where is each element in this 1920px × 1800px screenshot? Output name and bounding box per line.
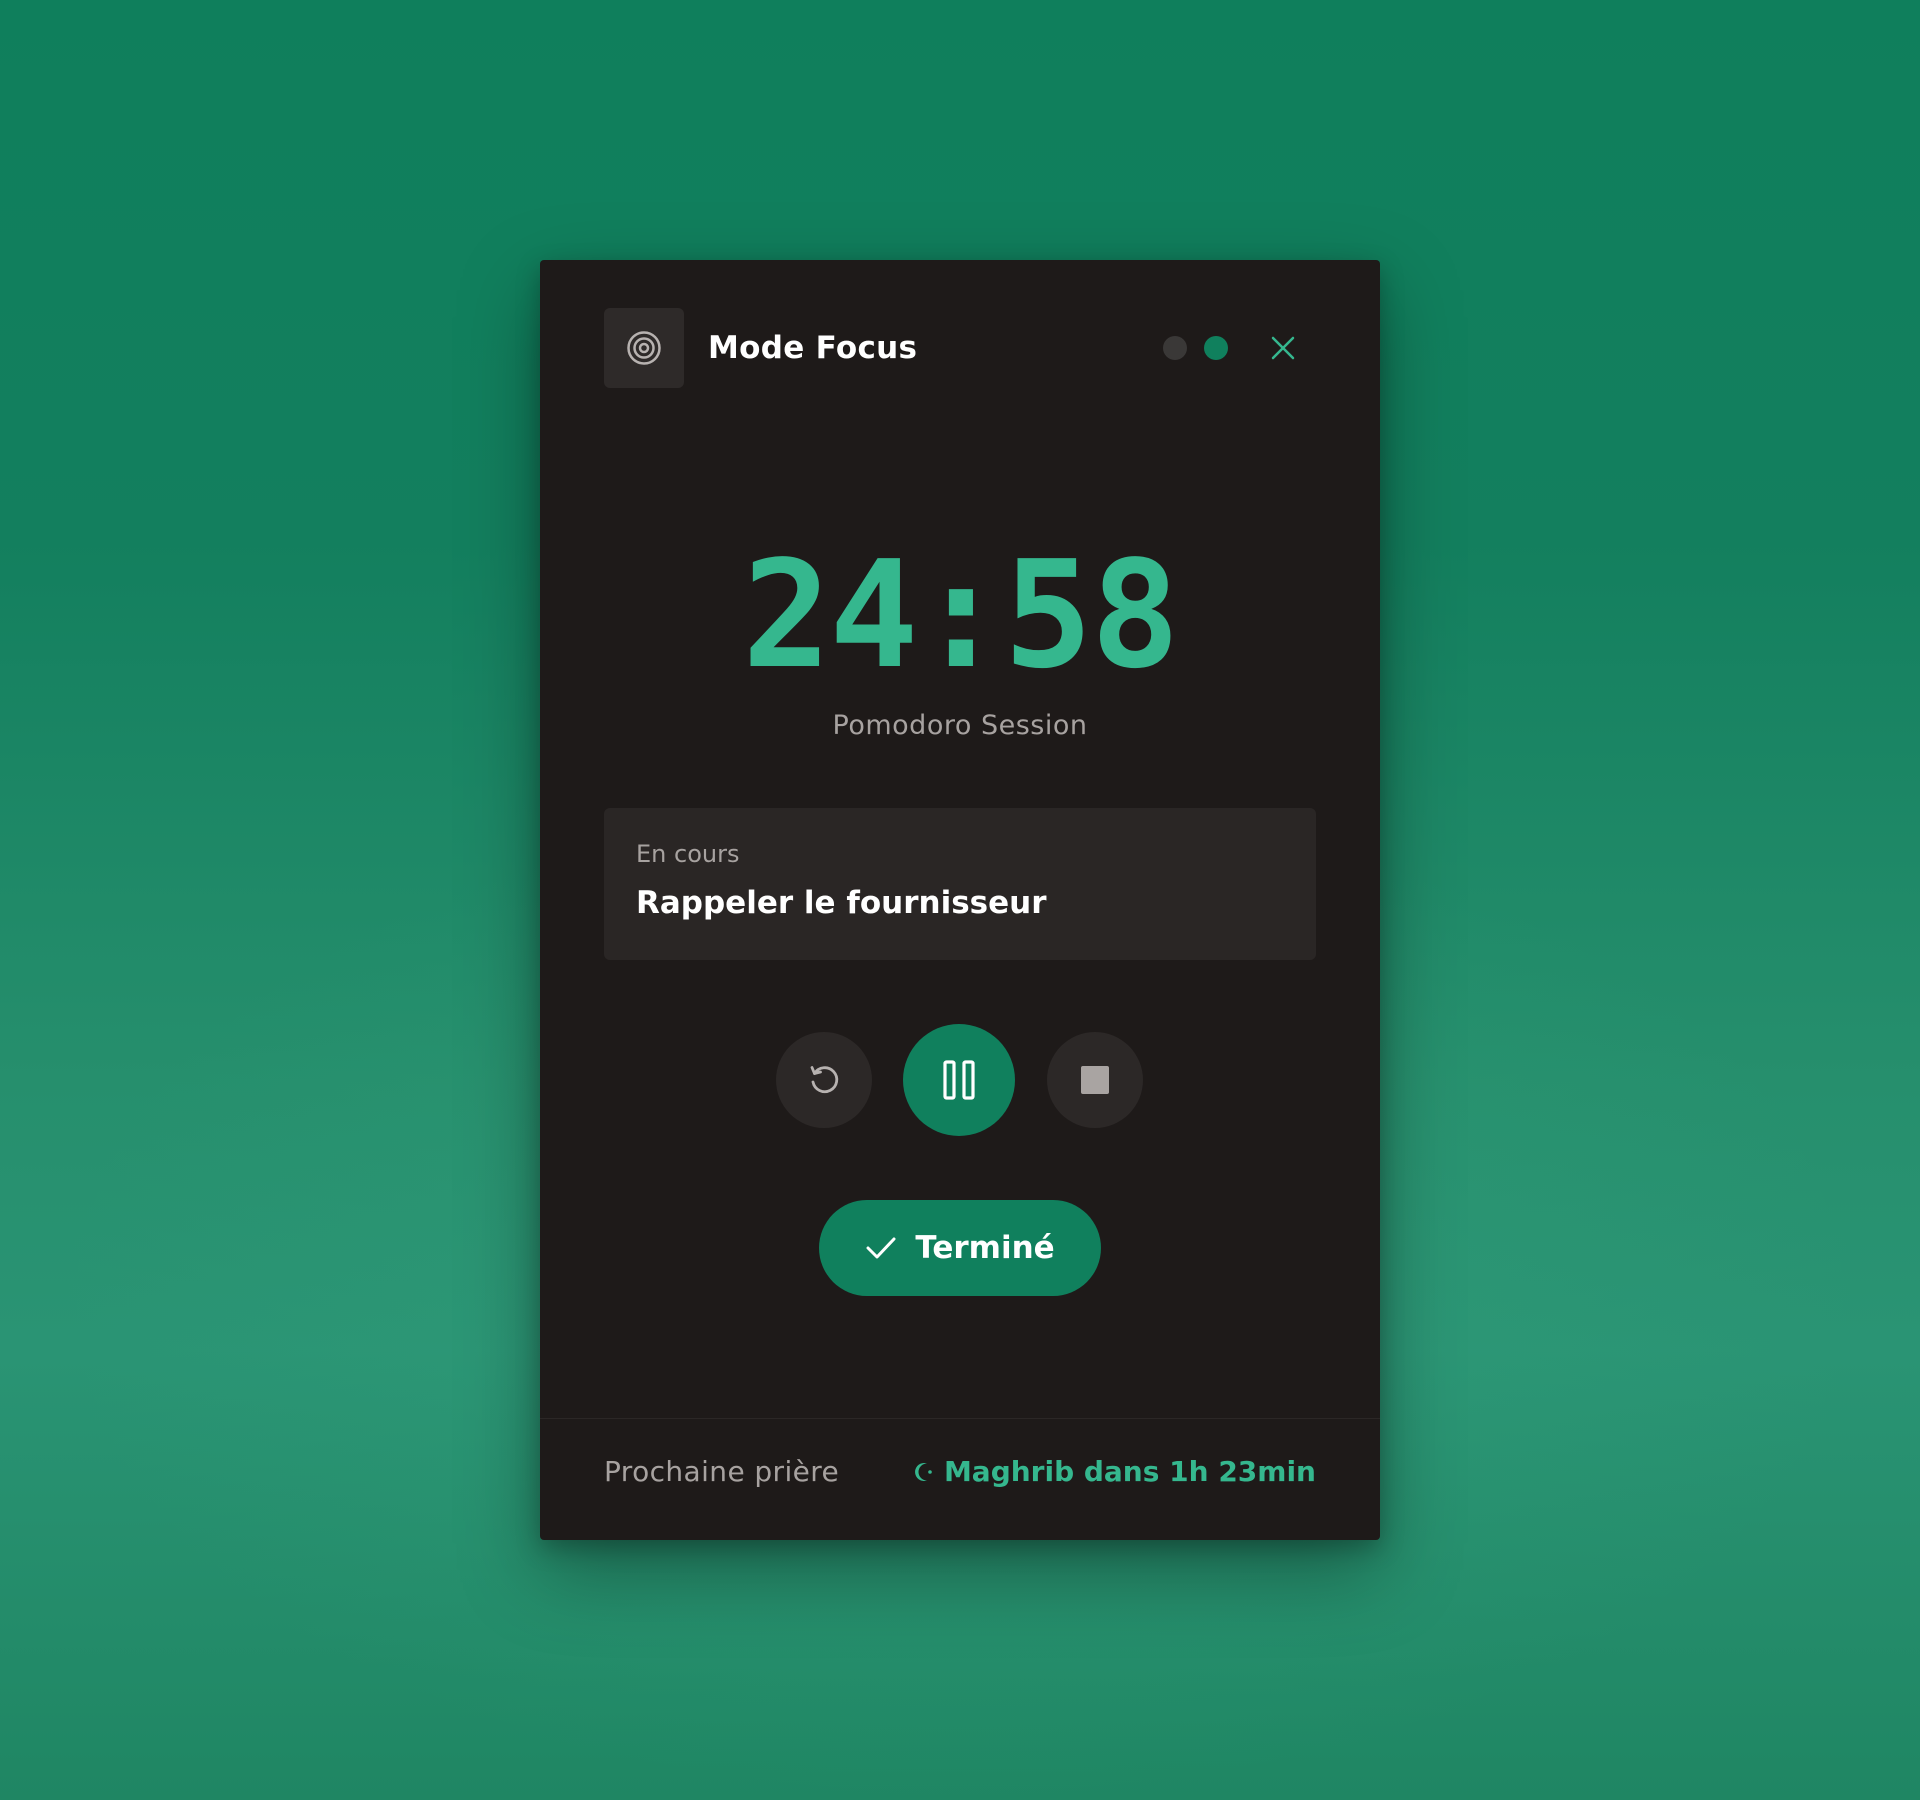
target-icon <box>627 331 661 365</box>
reset-icon <box>810 1066 839 1094</box>
next-prayer-label: Prochaine prière <box>604 1455 840 1488</box>
next-prayer-info: Maghrib dans 1h 23min <box>912 1452 1316 1492</box>
done-button[interactable]: Terminé <box>819 1200 1101 1296</box>
app-icon-box <box>604 308 684 388</box>
pause-button[interactable] <box>903 1024 1015 1136</box>
focus-mode-window: Mode Focus 24:58 Pomodoro Session En cou… <box>540 260 1380 1540</box>
reset-button[interactable] <box>776 1032 872 1128</box>
status-dot-inactive <box>1163 336 1187 360</box>
check-icon <box>866 1237 896 1259</box>
timer-display: 24:58 <box>742 529 1180 701</box>
current-task-card: En cours Rappeler le fournisseur <box>604 808 1316 960</box>
done-button-label: Terminé <box>915 1230 1055 1266</box>
task-status: En cours <box>636 840 740 868</box>
window-title: Mode Focus <box>708 330 918 366</box>
stop-button[interactable] <box>1047 1032 1143 1128</box>
session-label: Pomodoro Session <box>832 710 1088 741</box>
status-dot-active[interactable] <box>1204 336 1228 360</box>
footer-divider <box>540 1418 1380 1419</box>
close-button[interactable] <box>1265 330 1301 366</box>
pause-icon <box>943 1060 975 1100</box>
task-name: Rappeler le fournisseur <box>636 885 1047 921</box>
stop-icon <box>1081 1066 1109 1094</box>
next-prayer-value: Maghrib dans 1h 23min <box>943 1455 1316 1488</box>
close-icon <box>1271 336 1295 360</box>
crescent-moon-icon <box>914 1463 932 1481</box>
